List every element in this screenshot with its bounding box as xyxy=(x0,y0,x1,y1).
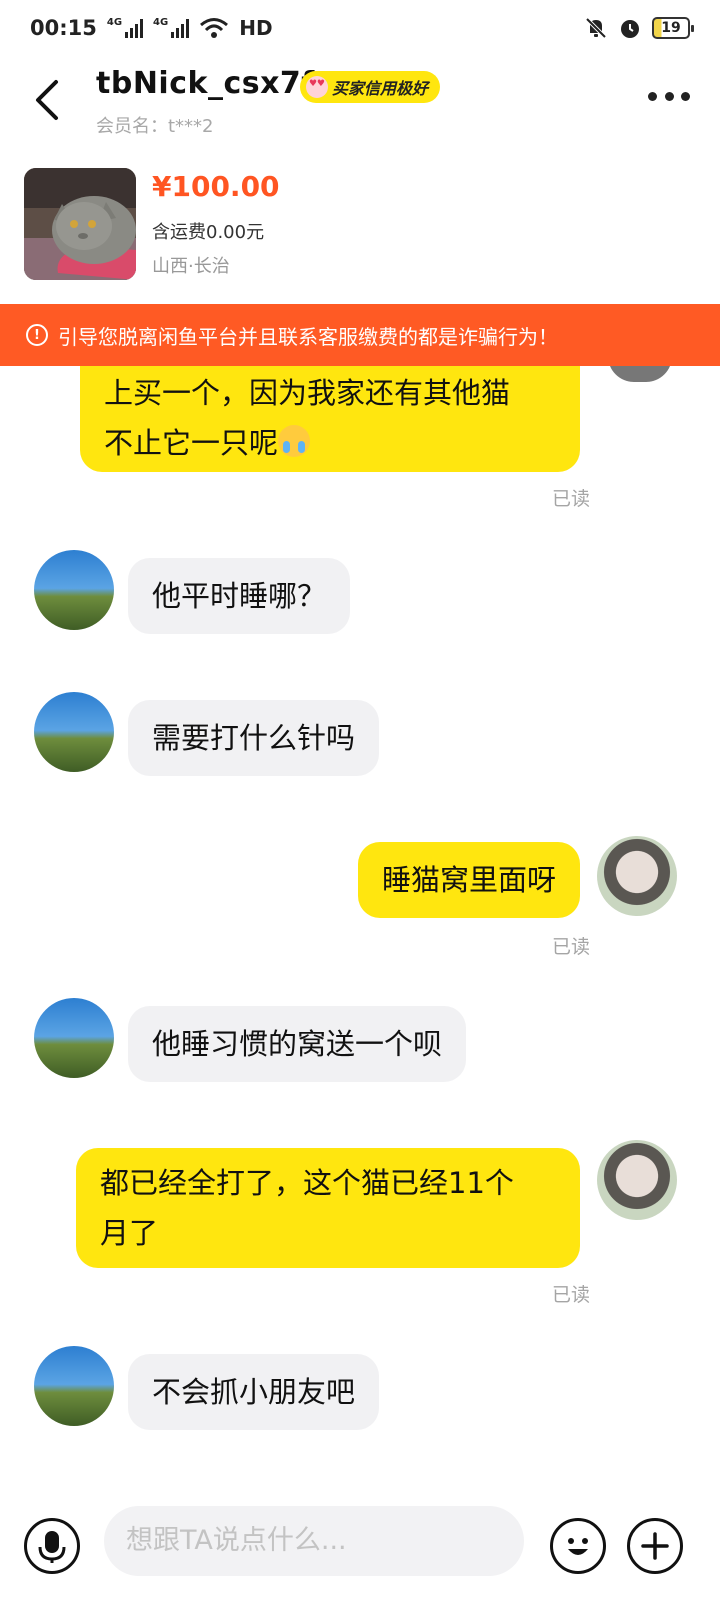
chevron-left-icon[interactable] xyxy=(32,78,64,122)
status-time: 00:15 xyxy=(30,16,97,40)
status-left: 00:15 4G 4G HD xyxy=(30,16,273,40)
status-bar: 00:15 4G 4G HD 19 xyxy=(0,0,720,56)
message-list[interactable]: 上买一个，因为我家还有其他猫 不止它一只呢 已读 他平时睡哪？ 需要打什么针吗 … xyxy=(0,366,720,1500)
crying-laughing-emoji-icon xyxy=(278,425,311,457)
more-icon[interactable] xyxy=(648,92,690,104)
heart-eyes-icon xyxy=(306,76,328,98)
message-bubble-outgoing[interactable]: 上买一个，因为我家还有其他猫 不止它一只呢 xyxy=(80,366,580,472)
avatar[interactable] xyxy=(34,998,114,1078)
message-bubble-outgoing[interactable]: 睡猫窝里面呀 xyxy=(357,842,580,918)
plus-icon[interactable] xyxy=(627,1518,683,1574)
message-bubble-incoming[interactable]: 不会抓小朋友吧 xyxy=(128,1354,380,1430)
warning-icon: ! xyxy=(26,324,48,346)
cellular-signal-icon: 4G xyxy=(106,17,144,38)
avatar[interactable] xyxy=(597,836,677,916)
smiley-glyph xyxy=(568,1538,588,1555)
read-receipt: 已读 xyxy=(551,1284,590,1306)
product-card[interactable]: ¥100.00 含运费0.00元 山西·长治 xyxy=(0,146,720,302)
message-bubble-incoming[interactable]: 需要打什么针吗 xyxy=(128,700,380,776)
smiley-icon[interactable] xyxy=(550,1518,606,1574)
microphone-icon[interactable] xyxy=(24,1518,80,1574)
status-right: 19 xyxy=(584,16,694,40)
avatar-cropped xyxy=(608,366,672,382)
credit-badge[interactable]: 买家信用极好 xyxy=(300,71,441,103)
fraud-warning-banner: ! 引导您脱离闲鱼平台并且联系客服缴费的都是诈骗行为！ xyxy=(0,304,720,366)
battery-icon: 19 xyxy=(652,17,694,39)
message-bubble-outgoing[interactable]: 都已经全打了，这个猫已经11个 月了 xyxy=(76,1148,580,1268)
read-receipt: 已读 xyxy=(551,488,590,510)
plus-glyph xyxy=(641,1532,669,1560)
avatar[interactable] xyxy=(34,550,114,630)
message-text-line2: 不止它一只呢 xyxy=(104,418,556,468)
read-receipt: 已读 xyxy=(551,936,590,958)
chat-header: tbNick_csx7f 买家信用极好 会员名：t***2 xyxy=(0,56,720,146)
message-text-line2: 月了 xyxy=(100,1216,159,1250)
battery-level: 19 xyxy=(661,20,681,36)
message-text-line1: 都已经全打了，这个猫已经11个 xyxy=(100,1166,514,1200)
message-bubble-incoming[interactable]: 他睡习惯的窝送一个呗 xyxy=(128,1006,467,1082)
avatar[interactable] xyxy=(597,1140,677,1220)
product-image[interactable] xyxy=(24,168,136,280)
mute-bell-icon xyxy=(585,17,607,39)
input-bar: 想跟TA说点什么... xyxy=(0,1500,720,1600)
cat-photo xyxy=(24,168,136,280)
contact-nickname[interactable]: tbNick_csx7f xyxy=(96,66,315,101)
shipping-fee: 含运费0.00元 xyxy=(152,222,265,243)
alarm-icon xyxy=(621,20,639,38)
warning-text: 引导您脱离闲鱼平台并且联系客服缴费的都是诈骗行为！ xyxy=(58,324,558,349)
signal-type-label: 4G xyxy=(106,17,123,28)
product-price: ¥100.00 xyxy=(152,170,280,203)
message-text-line1: 上买一个，因为我家还有其他猫 xyxy=(104,376,511,410)
avatar[interactable] xyxy=(34,692,114,772)
message-bubble-incoming[interactable]: 他平时睡哪？ xyxy=(128,558,351,634)
wifi-icon xyxy=(200,18,229,38)
credit-badge-label: 买家信用极好 xyxy=(332,79,429,98)
product-location: 山西·长治 xyxy=(152,256,230,277)
message-input[interactable]: 想跟TA说点什么... xyxy=(104,1506,524,1576)
microphone-glyph xyxy=(38,1531,66,1563)
cellular-signal-icon-2: 4G xyxy=(153,17,190,38)
avatar[interactable] xyxy=(34,1346,114,1426)
signal-type-label-2: 4G xyxy=(153,17,169,28)
hd-label: HD xyxy=(239,16,273,40)
member-name: 会员名：t***2 xyxy=(96,116,214,137)
